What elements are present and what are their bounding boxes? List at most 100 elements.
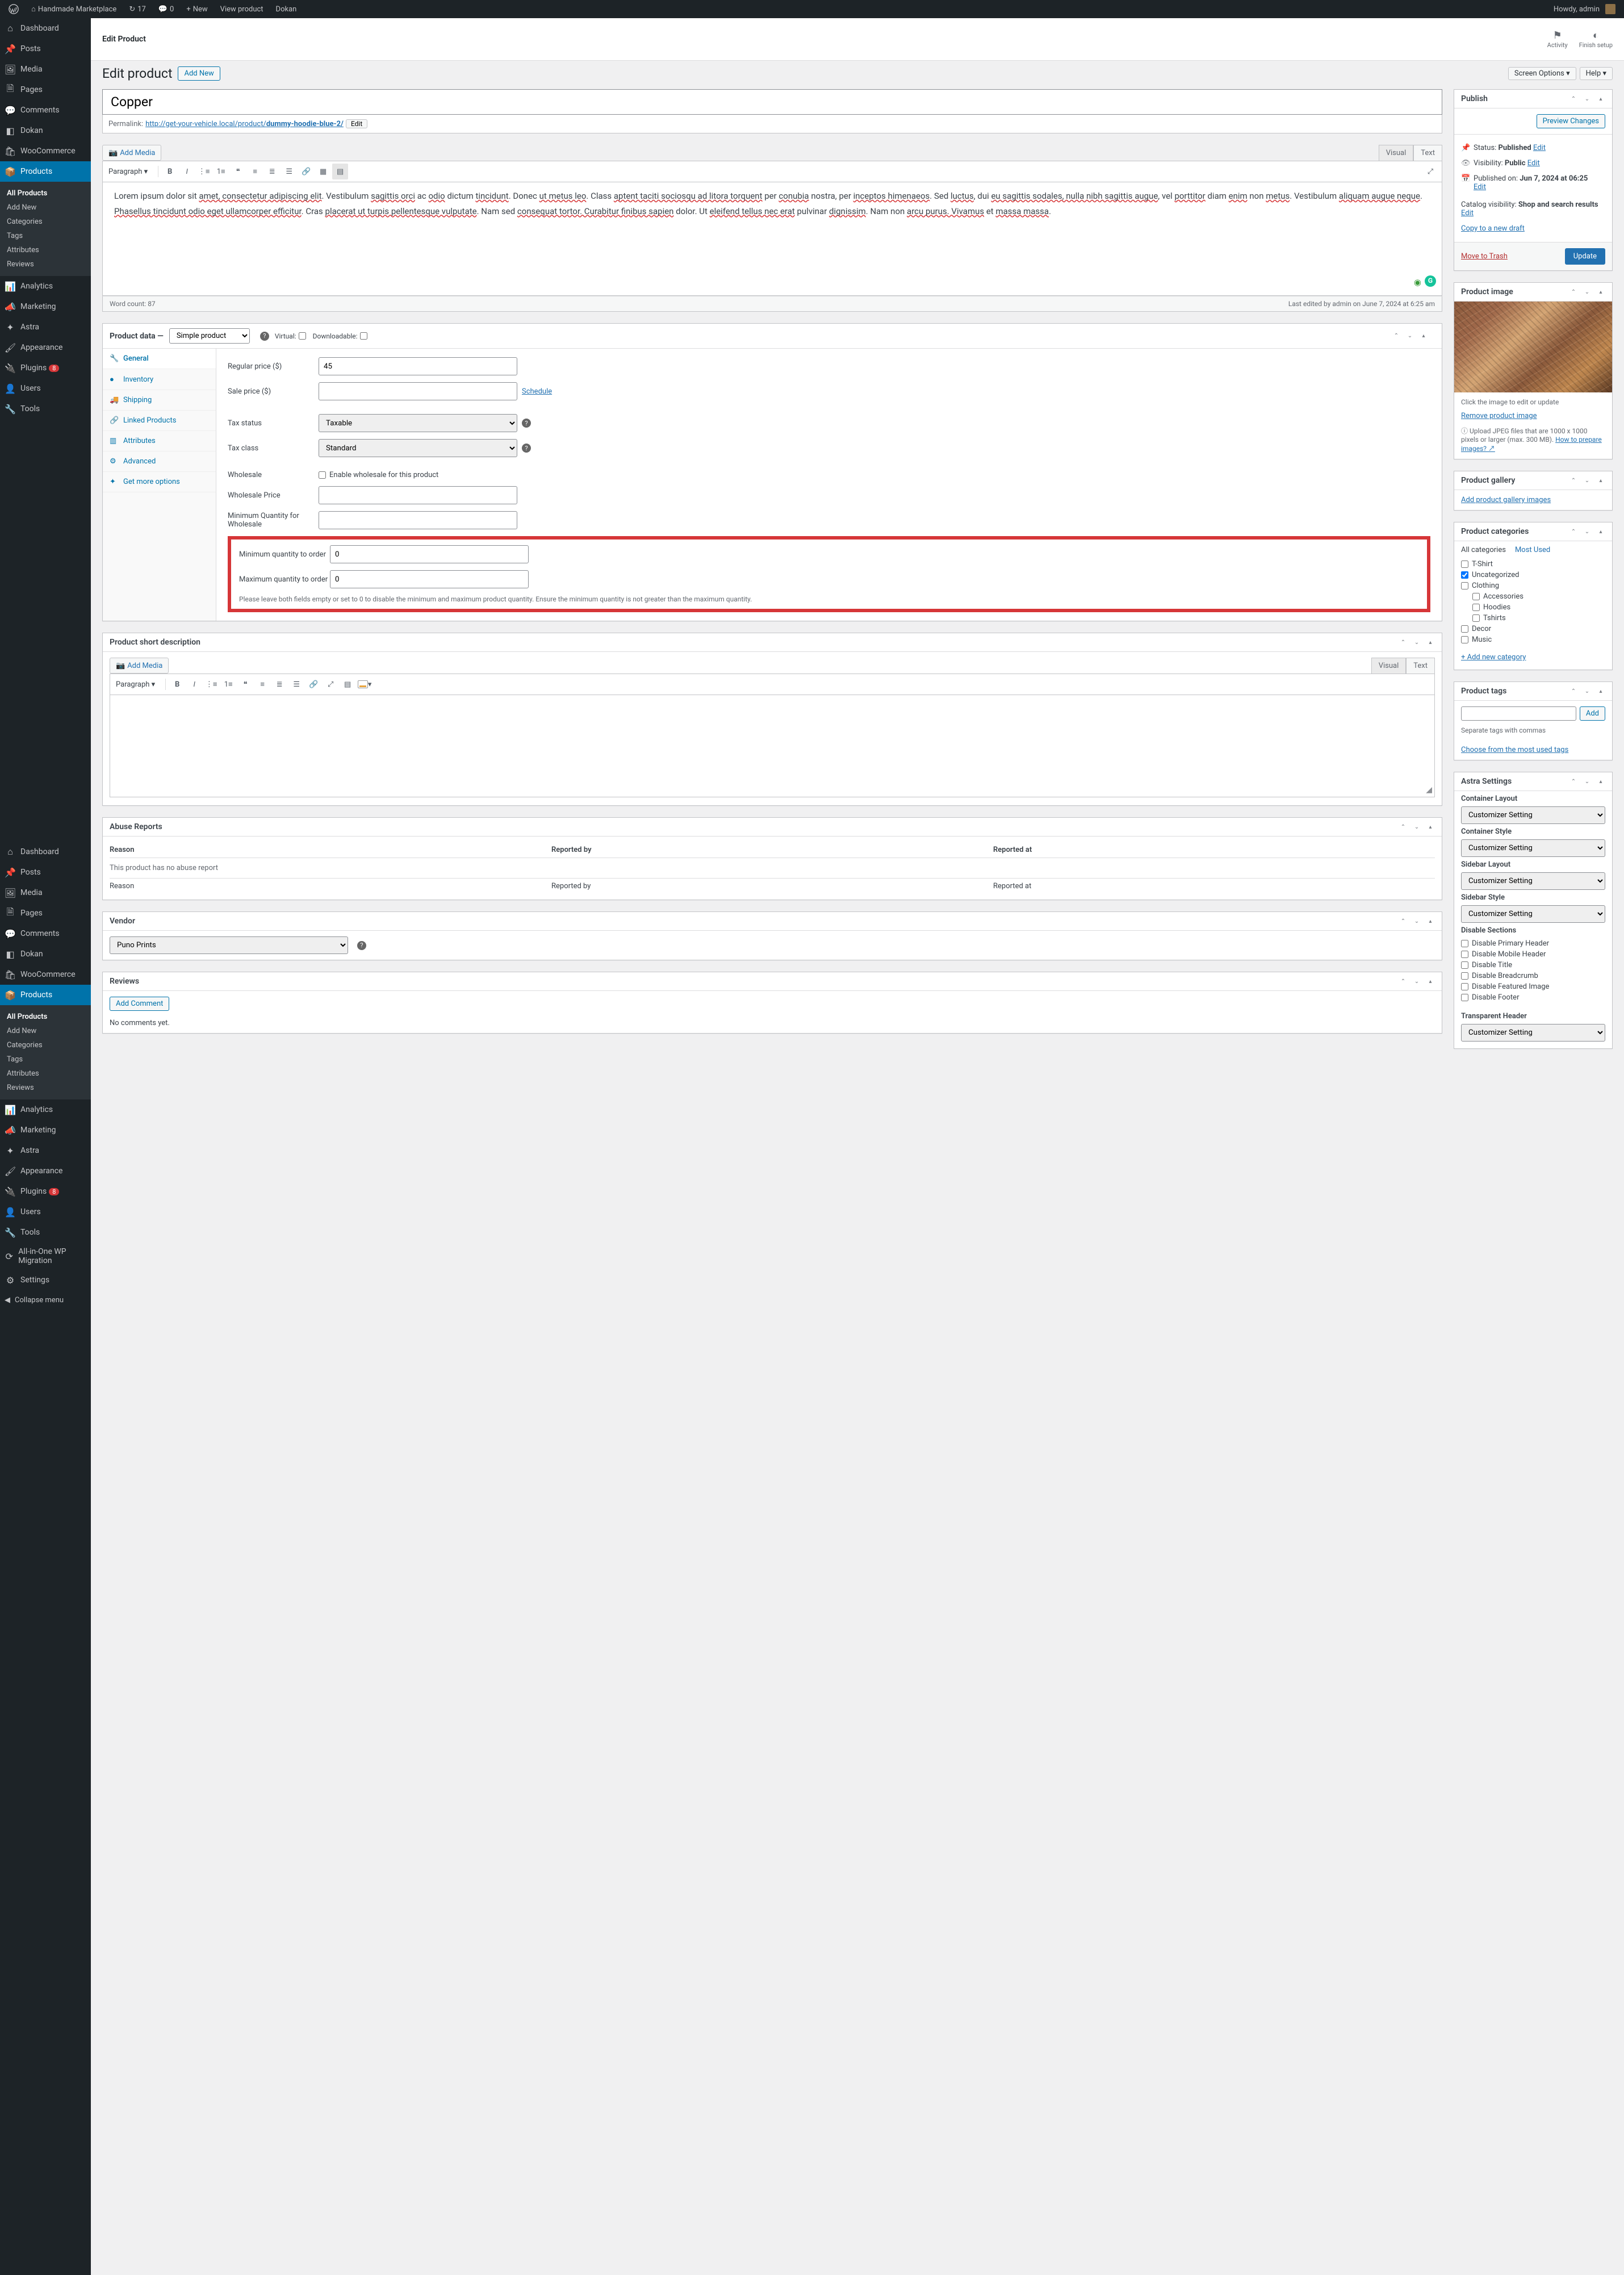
yoast-icon[interactable]: ◉ [1414,275,1421,290]
submenu-item-add-new[interactable]: Add New [0,1024,91,1038]
sidebar-item-astra[interactable]: ✦Astra [0,317,91,337]
inventory-tab[interactable]: ●Inventory [103,369,216,390]
edit-status-link[interactable]: Edit [1533,144,1546,152]
tag-input[interactable] [1461,706,1576,721]
edit-date-link[interactable]: Edit [1474,183,1486,191]
sidebar-item-comments[interactable]: 💬Comments [0,100,91,120]
submenu-item-tags[interactable]: Tags [0,1052,91,1067]
view-product[interactable]: View product [216,0,267,18]
align-center-icon[interactable]: ≣ [271,676,287,692]
sidebar-item-products[interactable]: 📦Products [0,985,91,1005]
regular-price-input[interactable] [319,357,517,375]
collapse-menu[interactable]: ◀ Collapse menu [0,1290,91,1310]
sidebar-item-appearance[interactable]: 🖌Appearance [0,337,91,358]
add-gallery-link[interactable]: Add product gallery images [1461,496,1551,504]
sidebar-item-tools[interactable]: 🔧Tools [0,399,91,419]
help-tip-icon[interactable]: ? [357,941,366,950]
italic-icon[interactable]: I [179,164,195,179]
move-up-icon[interactable]: ⌃ [1567,684,1580,698]
align-center-icon[interactable]: ≣ [264,164,280,179]
add-new-button[interactable]: Add New [178,66,220,81]
preview-changes-button[interactable]: Preview Changes [1537,114,1605,128]
align-right-icon[interactable]: ☰ [288,676,304,692]
sidebar-item-dokan[interactable]: ◧Dokan [0,944,91,964]
sidebar-item-marketing[interactable]: 📣Marketing [0,1120,91,1140]
sidebar-item-media[interactable]: 🖼Media [0,59,91,80]
container-style-select[interactable]: Customizer Setting [1461,839,1605,857]
toggle-panel-icon[interactable]: ▴ [1594,474,1608,487]
sidebar-item-posts[interactable]: 📌Posts [0,862,91,883]
finish-setup-button[interactable]: ◐Finish setup [1579,30,1613,49]
italic-icon[interactable]: I [186,676,202,692]
move-up-icon[interactable]: ⌃ [1567,285,1580,299]
short-description-editor[interactable]: ◢ [110,695,1435,797]
help-tip-icon[interactable]: ? [522,419,531,428]
submenu-item-reviews[interactable]: Reviews [0,1081,91,1095]
move-up-icon[interactable]: ⌃ [1396,914,1410,928]
move-up-icon[interactable]: ⌃ [1567,474,1580,487]
sidebar-item-appearance[interactable]: 🖌Appearance [0,1161,91,1181]
edit-visibility-link[interactable]: Edit [1527,159,1540,168]
sidebar-item-media[interactable]: 🖼Media [0,883,91,903]
sidebar-item-users[interactable]: 👤Users [0,1202,91,1222]
sidebar-item-dokan[interactable]: ◧Dokan [0,120,91,141]
add-comment-button[interactable]: Add Comment [110,997,169,1011]
get-more-options-tab[interactable]: ✦Get more options [103,472,216,492]
fullscreen-icon[interactable]: ⤢ [1422,164,1438,179]
wholesale-price-input[interactable] [319,486,517,504]
product-image[interactable] [1454,302,1612,392]
move-up-icon[interactable]: ⌃ [1396,975,1410,988]
wholesale-checkbox[interactable] [319,471,326,479]
toggle-panel-icon[interactable]: ▴ [1594,684,1608,698]
most-used-tags-link[interactable]: Choose from the most used tags [1461,746,1568,754]
description-editor[interactable]: Lorem ipsum dolor sit amet, consectetur … [102,182,1442,296]
sidebar-item-users[interactable]: 👤Users [0,378,91,399]
update-button[interactable]: Update [1565,248,1605,265]
help-tip-icon[interactable]: ? [522,444,531,453]
updates[interactable]: ↻ 17 [125,0,150,18]
screen-options-toggle[interactable]: Screen Options ▾ [1508,67,1576,80]
max-qty-order-input[interactable] [330,570,529,588]
move-up-icon[interactable]: ⌃ [1567,92,1580,106]
move-down-icon[interactable]: ⌄ [1410,914,1424,928]
permalink-url[interactable]: http://get-your-vehicle.local/product/du… [145,120,344,128]
attributes-tab[interactable]: ▥Attributes [103,431,216,451]
link-icon[interactable]: 🔗 [298,164,314,179]
sidebar-style-select[interactable]: Customizer Setting [1461,905,1605,923]
bullet-list-icon[interactable]: ⋮≡ [196,164,212,179]
move-down-icon[interactable]: ⌄ [1580,525,1594,538]
grammarly-icon[interactable]: G [1425,275,1436,287]
bold-icon[interactable]: B [169,676,185,692]
toggle-panel-icon[interactable]: ▴ [1594,285,1608,299]
toggle-panel-icon[interactable]: ▴ [1424,635,1437,649]
category-tshirts[interactable]: Tshirts [1461,613,1605,624]
move-down-icon[interactable]: ⌄ [1580,92,1594,106]
sidebar-item-marketing[interactable]: 📣Marketing [0,296,91,317]
move-down-icon[interactable]: ⌄ [1410,975,1424,988]
howdy[interactable]: Howdy, admin [1550,0,1619,18]
shipping-tab[interactable]: 🚚Shipping [103,390,216,411]
move-down-icon[interactable]: ⌄ [1410,635,1424,649]
add-media-button-short[interactable]: 📷 Add Media [110,658,169,674]
disable-option[interactable]: Disable Title [1461,960,1605,971]
move-down-icon[interactable]: ⌄ [1580,775,1594,788]
submenu-item-all-products[interactable]: All Products [0,186,91,200]
vendor-select[interactable]: Puno Prints [110,936,348,954]
help-tip-icon[interactable]: ? [260,332,269,341]
disable-option[interactable]: Disable Primary Header [1461,938,1605,949]
align-left-icon[interactable]: ≡ [254,676,270,692]
submenu-item-categories[interactable]: Categories [0,1038,91,1052]
downloadable-checkbox[interactable] [360,332,367,340]
sidebar-layout-select[interactable]: Customizer Setting [1461,872,1605,890]
new-content[interactable]: + New [182,0,211,18]
sidebar-item-analytics[interactable]: 📊Analytics [0,276,91,296]
sidebar-item-woocommerce[interactable]: 🛍WooCommerce [0,964,91,985]
toggle-panel-icon[interactable]: ▴ [1424,914,1437,928]
sidebar-item-settings[interactable]: ⚙Settings [0,1270,91,1290]
product-type-select[interactable]: Simple product [169,328,250,344]
disable-option[interactable]: Disable Breadcrumb [1461,971,1605,981]
toggle-panel-icon[interactable]: ▴ [1424,820,1437,834]
disable-option[interactable]: Disable Mobile Header [1461,949,1605,960]
toggle-panel-icon[interactable]: ▴ [1594,525,1608,538]
category-uncategorized[interactable]: Uncategorized [1461,570,1605,580]
